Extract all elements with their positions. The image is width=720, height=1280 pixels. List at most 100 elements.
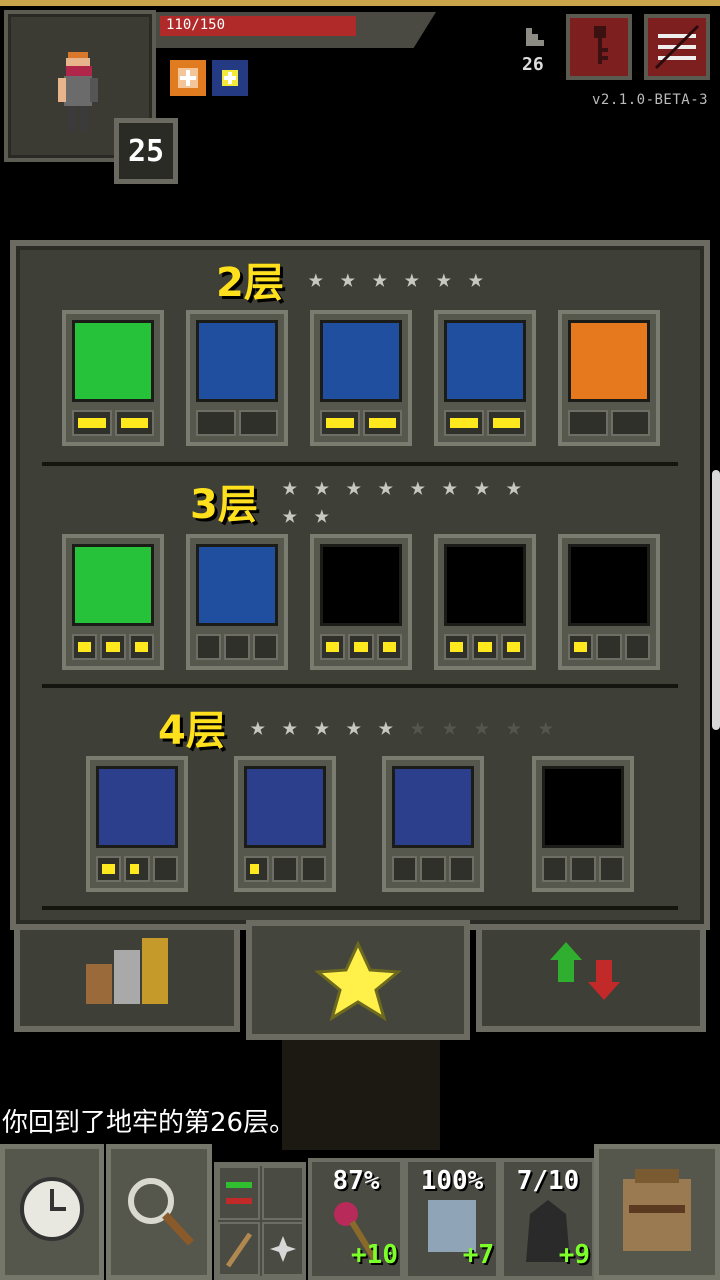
talent-armor[interactable] [532, 756, 634, 892]
star-icon: ★ [314, 472, 330, 502]
talent-point-pip [252, 634, 278, 660]
talent-point-pip [448, 856, 474, 882]
hero-level-badge: 25 [114, 118, 178, 184]
depth-indicator: 26 [522, 54, 544, 75]
shield-up-icon [72, 544, 154, 626]
weapon-slot[interactable]: 87% +10 [308, 1158, 404, 1280]
tier3-label: 3层 [190, 482, 258, 528]
talent-points [568, 410, 650, 436]
star-icon: ★ [474, 712, 490, 742]
talent-point-pip [244, 856, 270, 882]
star-icon: ★ [346, 472, 362, 502]
talent-point-pip [128, 634, 154, 660]
slash-arrow-icon [444, 544, 526, 626]
talent-points [320, 634, 402, 660]
talent-points [444, 634, 526, 660]
light-buff-icon[interactable] [212, 60, 248, 96]
talent-points [392, 856, 474, 882]
grid-icon [320, 320, 402, 402]
dungeon-floor [282, 1040, 440, 1150]
talent-battery[interactable] [186, 310, 288, 446]
sleep-skull-icon [444, 320, 526, 402]
star-icon: ★ [346, 712, 362, 742]
ghost-icon [196, 544, 278, 626]
star-icon: ★ [404, 264, 420, 294]
top-accent-line [0, 0, 720, 6]
tier3-header: 3层 ★ ★ ★ ★ ★ ★ ★ ★ ★ ★ [190, 472, 534, 530]
tier-divider [42, 684, 678, 688]
quickslot-shuriken[interactable] [262, 1222, 304, 1276]
talent-point-pip [72, 634, 98, 660]
star-icon: ★ [250, 712, 266, 742]
version-label: v2.1.0-BETA-3 [592, 92, 709, 108]
healing-buff-icon[interactable] [170, 60, 206, 96]
talent-point-pip [238, 410, 278, 436]
talent-eye[interactable] [558, 310, 660, 446]
star-icon: ★ [436, 264, 452, 294]
talent-point-pip [596, 634, 622, 660]
quickslot-swap[interactable] [218, 1166, 260, 1220]
talent-points [244, 856, 326, 882]
talent-shield-up[interactable] [62, 534, 164, 670]
wait-button[interactable] [0, 1144, 104, 1280]
talent-slash-arrow[interactable] [434, 534, 536, 670]
upgrades-tab[interactable] [476, 924, 706, 1032]
talent-grid[interactable] [310, 310, 412, 446]
talent-points [96, 856, 178, 882]
quickslot-empty[interactable] [262, 1166, 304, 1220]
menu-button[interactable] [644, 14, 710, 80]
talent-point-pip [72, 410, 112, 436]
quickslot-panel [214, 1162, 306, 1280]
tier2-label: 2层 [216, 260, 284, 306]
talent-sleep-skull[interactable] [434, 310, 536, 446]
talent-point-pip [196, 634, 222, 660]
talent-point-pip [320, 410, 360, 436]
talent-eye-figure[interactable] [382, 756, 484, 892]
talent-point-pip [124, 856, 150, 882]
armor-bonus: +7 [462, 1240, 494, 1270]
talent-points [196, 410, 278, 436]
talent-shield-recharge[interactable] [62, 310, 164, 446]
star-icon: ★ [378, 712, 394, 742]
artifact-slot[interactable]: 7/10 +9 [500, 1158, 596, 1280]
star-icon: ★ [506, 712, 522, 742]
hero-sprite-icon [58, 52, 98, 132]
wand-icon [225, 1232, 253, 1268]
talent-point-pip [376, 634, 402, 660]
talent-point-pip [300, 856, 326, 882]
stats-tab[interactable] [14, 924, 240, 1032]
scrollbar[interactable] [712, 470, 720, 730]
talent-ghost[interactable] [186, 534, 288, 670]
talent-point-pip [100, 634, 126, 660]
star-icon: ★ [378, 472, 394, 502]
armor-durability: 100% [420, 1166, 484, 1196]
talent-point-pip [568, 634, 594, 660]
talent-eye-shield[interactable] [234, 756, 336, 892]
talent-slash-skull[interactable] [310, 534, 412, 670]
talent-points [196, 634, 278, 660]
talent-eye-runner[interactable] [86, 756, 188, 892]
tier3-stars: ★ ★ ★ ★ ★ ★ ★ ★ ★ ★ [274, 473, 534, 529]
slash-coin-icon [568, 544, 650, 626]
search-button[interactable] [106, 1144, 212, 1280]
slash-skull-icon [320, 544, 402, 626]
star-icon: ★ [282, 472, 298, 502]
talent-point-pip [624, 634, 650, 660]
armor-icon [542, 766, 624, 848]
tier2-stars: ★ ★ ★ ★ ★ ★ [300, 265, 560, 293]
talent-point-pip [272, 856, 298, 882]
talent-point-pip [362, 410, 402, 436]
star-icon: ★ [282, 500, 298, 530]
journal-button[interactable] [566, 14, 632, 80]
talent-point-pip [570, 856, 596, 882]
armor-slot[interactable]: 100% +7 [404, 1158, 500, 1280]
talent-points [444, 410, 526, 436]
backpack-button[interactable] [594, 1144, 720, 1280]
talents-tab[interactable] [246, 920, 470, 1040]
star-icon: ★ [340, 264, 356, 294]
star-icon: ★ [468, 264, 484, 294]
quickslot-wand[interactable] [218, 1222, 260, 1276]
talent-slash-coin[interactable] [558, 534, 660, 670]
artifact-bonus: +9 [558, 1240, 590, 1270]
talent-point-pip [598, 856, 624, 882]
